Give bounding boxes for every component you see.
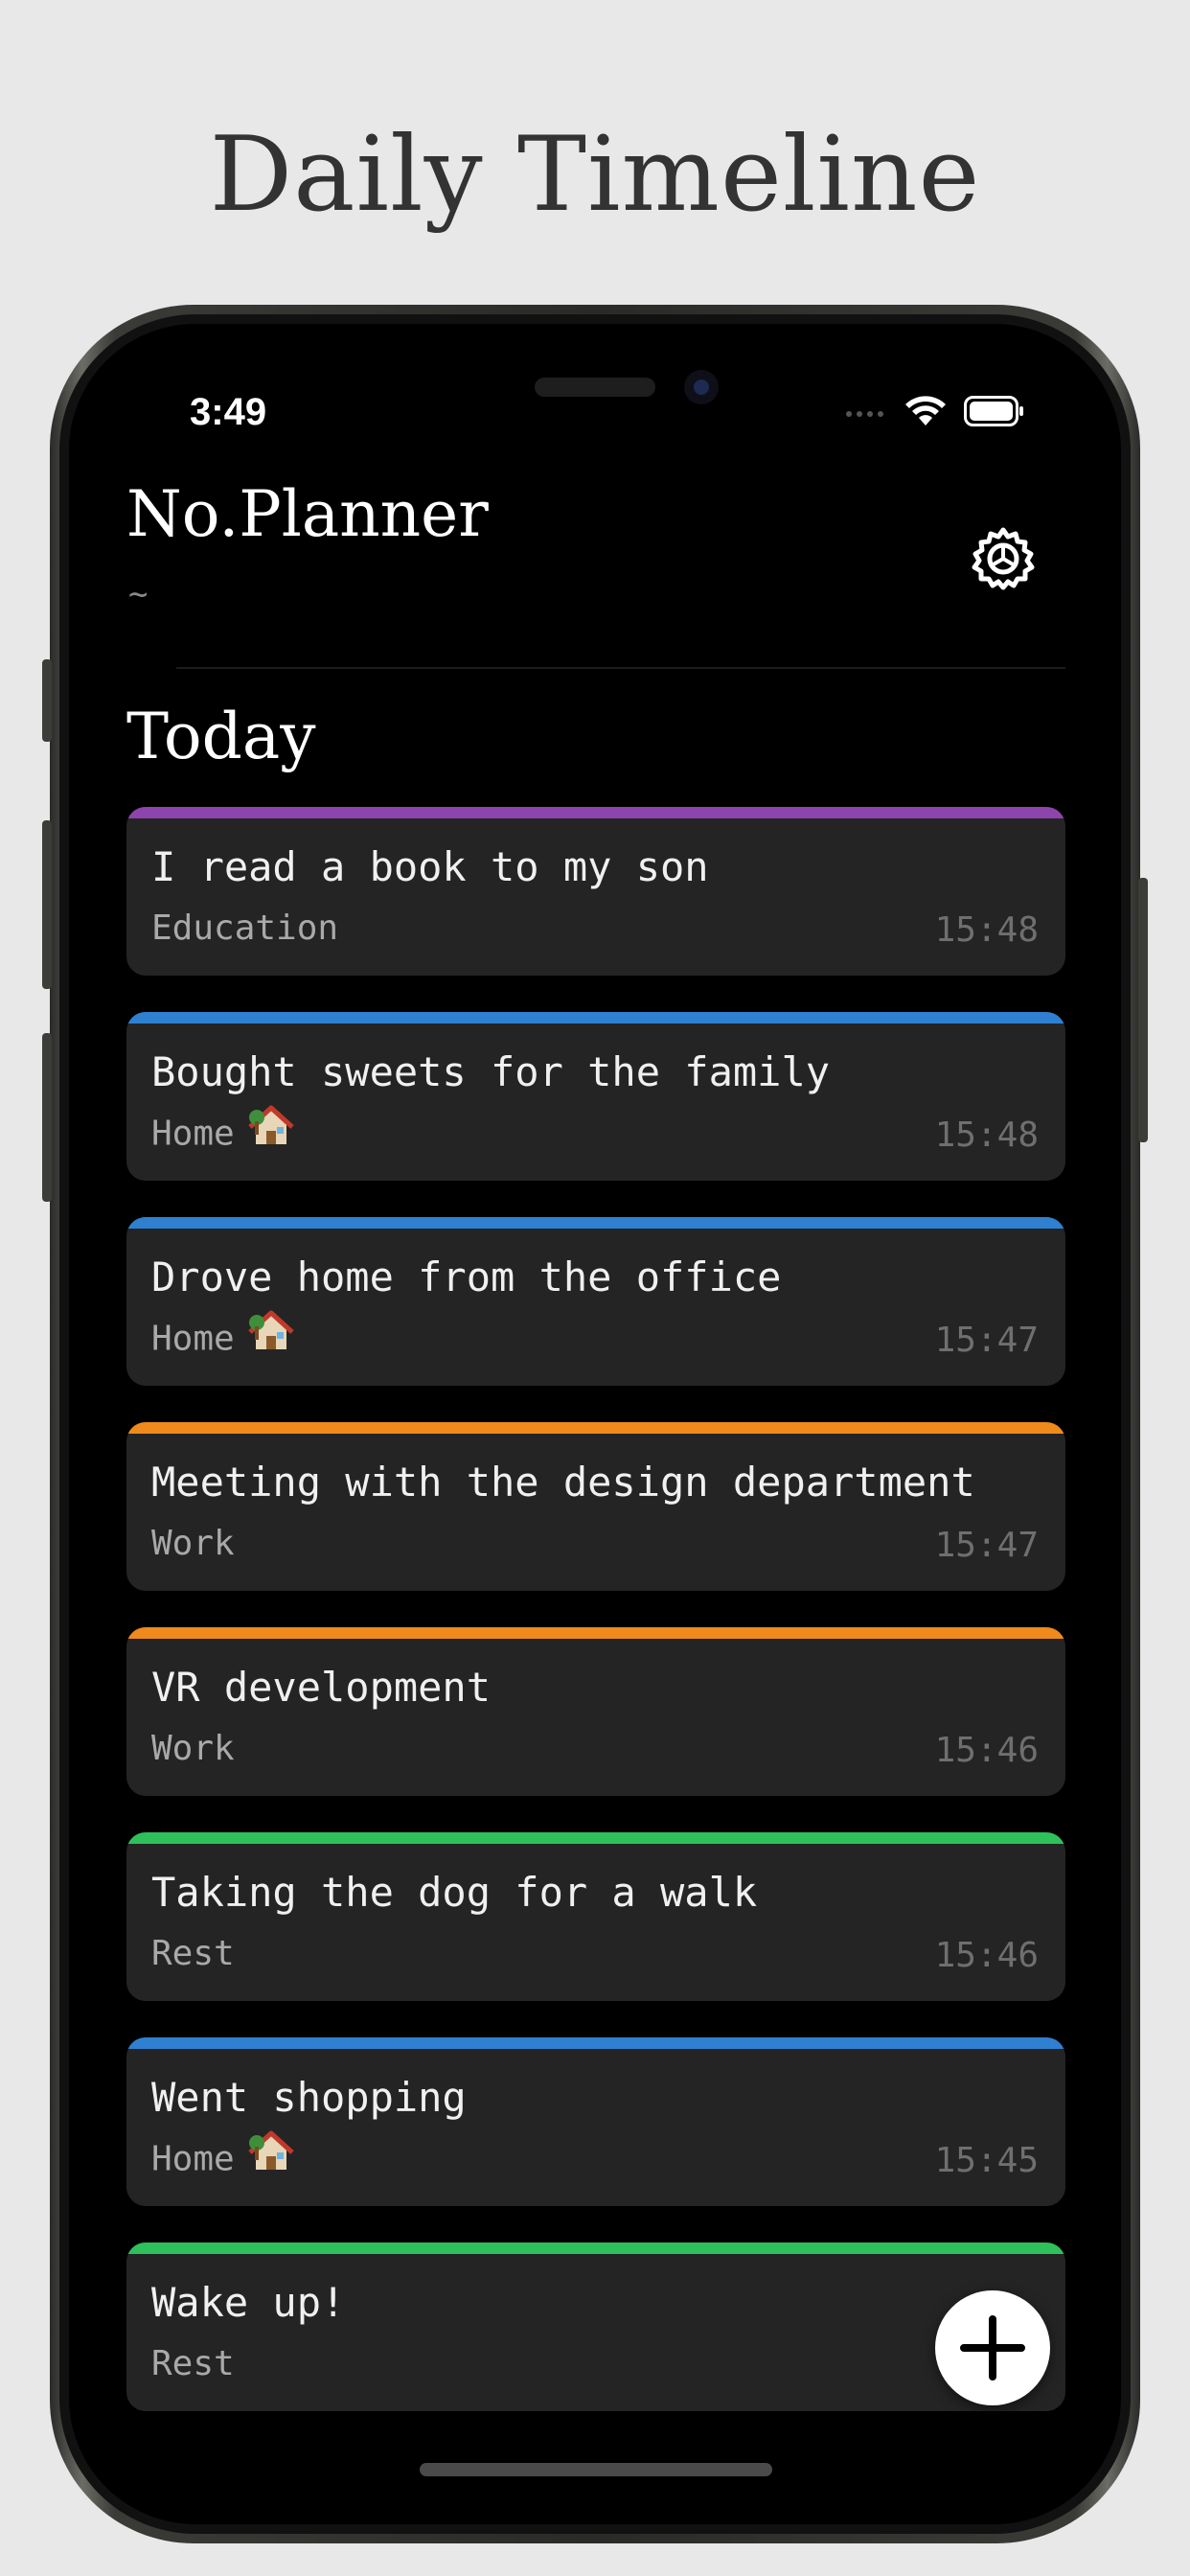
wifi-icon bbox=[905, 396, 946, 426]
header-divider bbox=[176, 667, 1065, 669]
volume-down-button bbox=[42, 1033, 52, 1202]
entry-category: Work bbox=[151, 1729, 235, 1768]
entry-category: Home bbox=[151, 2130, 294, 2182]
plus-icon bbox=[960, 2315, 1025, 2380]
category-color-bar bbox=[126, 1627, 1065, 1639]
house-icon bbox=[248, 1104, 294, 1157]
entry-category-label: Rest bbox=[151, 1934, 235, 1973]
timeline-entry-card[interactable]: Bought sweets for the family Home 15:48 bbox=[126, 1012, 1065, 1181]
entry-title: Went shopping bbox=[151, 2074, 467, 2121]
entry-title: VR development bbox=[151, 1664, 492, 1711]
battery-icon bbox=[964, 396, 1023, 426]
promo-title: Daily Timeline bbox=[209, 115, 981, 235]
category-color-bar bbox=[126, 1217, 1065, 1229]
section-title: Today bbox=[126, 700, 316, 773]
front-camera bbox=[684, 370, 719, 404]
mute-switch bbox=[42, 659, 52, 742]
timeline-entry-card[interactable]: Drove home from the office Home 15:47 bbox=[126, 1217, 1065, 1386]
entry-title: I read a book to my son bbox=[151, 843, 709, 890]
timeline-entry-card[interactable]: Went shopping Home 15:45 bbox=[126, 2037, 1065, 2206]
timeline-entry-card[interactable]: I read a book to my son Education 15:48 bbox=[126, 807, 1065, 976]
entry-category: Home bbox=[151, 1105, 294, 1157]
entry-category-label: Work bbox=[151, 1729, 235, 1768]
entry-time: 15:47 bbox=[934, 1321, 1039, 1360]
entry-category-label: Education bbox=[151, 908, 339, 948]
category-color-bar bbox=[126, 2242, 1065, 2254]
home-indicator[interactable] bbox=[420, 2463, 772, 2476]
add-entry-button[interactable] bbox=[935, 2290, 1050, 2405]
house-icon bbox=[248, 1309, 294, 1362]
timeline-entry-card[interactable]: Taking the dog for a walk Rest 15:46 bbox=[126, 1832, 1065, 2001]
entry-category-label: Home bbox=[151, 1319, 235, 1359]
app-subtitle: ~ bbox=[128, 575, 149, 613]
timeline-entry-card[interactable]: Wake up! Rest bbox=[126, 2242, 1065, 2411]
volume-up-button bbox=[42, 820, 52, 989]
entry-time: 15:46 bbox=[934, 1731, 1039, 1770]
timeline-entry-card[interactable]: VR development Work 15:46 bbox=[126, 1627, 1065, 1796]
category-color-bar bbox=[126, 1012, 1065, 1024]
settings-button[interactable] bbox=[970, 525, 1037, 592]
phone-screen: 3:49 No.Planner ~ Today I read a book to… bbox=[69, 324, 1121, 2524]
signal-icon bbox=[846, 411, 883, 417]
entry-category-label: Rest bbox=[151, 2344, 235, 2383]
house-icon bbox=[248, 2129, 294, 2182]
earpiece-speaker bbox=[535, 378, 655, 397]
entry-category: Rest bbox=[151, 2344, 235, 2383]
entry-category-label: Home bbox=[151, 2139, 235, 2179]
gear-icon bbox=[972, 527, 1035, 590]
entry-title: Bought sweets for the family bbox=[151, 1048, 831, 1095]
entry-time: 15:47 bbox=[934, 1526, 1039, 1565]
entry-category: Home bbox=[151, 1310, 294, 1362]
entry-category-label: Home bbox=[151, 1114, 235, 1154]
status-time: 3:49 bbox=[190, 391, 267, 433]
category-color-bar bbox=[126, 807, 1065, 818]
entry-category-label: Work bbox=[151, 1524, 235, 1563]
timeline-entry-card[interactable]: Meeting with the design department Work 15… bbox=[126, 1422, 1065, 1591]
entry-title: Drove home from the office bbox=[151, 1254, 782, 1300]
entry-time: 15:45 bbox=[934, 2141, 1039, 2180]
entry-list: I read a book to my son Education 15:48 Bou… bbox=[126, 807, 1065, 2448]
app-title: No.Planner bbox=[126, 477, 489, 551]
power-button bbox=[1138, 878, 1148, 1142]
entry-title: Wake up! bbox=[151, 2279, 346, 2326]
category-color-bar bbox=[126, 1832, 1065, 1844]
entry-time: 15:48 bbox=[934, 1116, 1039, 1155]
entry-category: Education bbox=[151, 908, 338, 948]
entry-category: Work bbox=[151, 1524, 235, 1563]
category-color-bar bbox=[126, 2037, 1065, 2049]
entry-title: Meeting with the design department bbox=[151, 1459, 975, 1506]
entry-category: Rest bbox=[151, 1934, 235, 1973]
entry-title: Taking the dog for a walk bbox=[151, 1869, 758, 1916]
entry-time: 15:46 bbox=[934, 1936, 1039, 1975]
entry-time: 15:48 bbox=[934, 910, 1039, 950]
status-icons bbox=[845, 395, 1025, 427]
category-color-bar bbox=[126, 1422, 1065, 1434]
